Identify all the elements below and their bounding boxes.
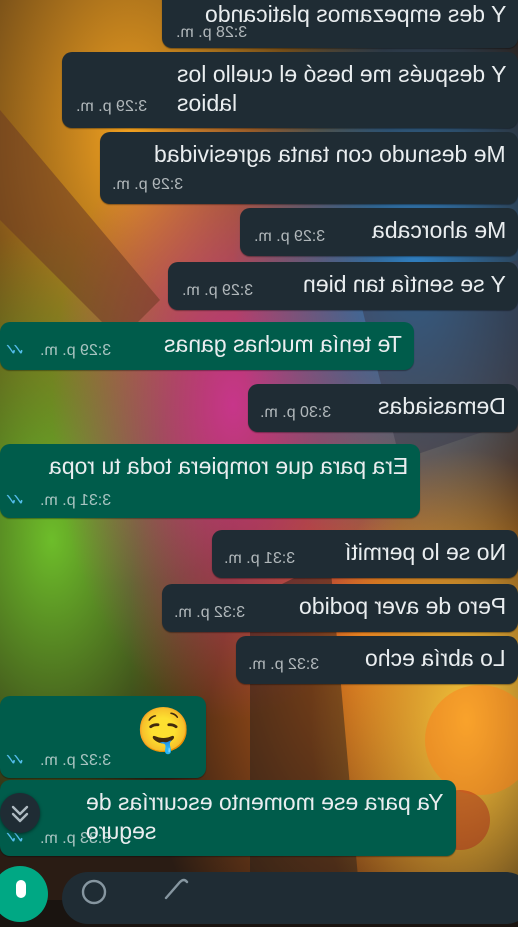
message-time: 3:32 p. m. [248,656,320,673]
message-text: Demasiadas [378,393,506,419]
message-bubble-incoming[interactable]: No se lo permití 3:31 p. m. [212,530,518,578]
message-text: Y des empezamos platicando [204,1,506,27]
message-bubble-incoming[interactable]: Lo abría echo 3:32 p. m. [236,636,518,684]
message-time: 3:33 p. m. [40,830,112,847]
message-time: 3:30 p. m. [260,404,332,421]
message-text: Me ahorcaba [371,217,506,243]
chevron-double-down-icon [11,805,29,823]
message-bubble-incoming[interactable]: Y después me besó el cuello los labios 3… [62,52,518,128]
message-text: Ya para ese momento escurrías de seguro [86,789,444,844]
message-bubble-outgoing[interactable]: ✓✓ 3:29 p. m. Te tenía muchas ganas [0,322,414,370]
mic-icon [16,880,26,898]
message-text: Me desnudo con tanta agresividad [154,141,506,167]
message-time: 3:31 p. m. [40,492,112,509]
message-text: Pero de aver podido [298,593,506,619]
message-time: 3:29 p. m. [112,176,184,193]
message-text: No se lo permití [344,539,506,565]
message-time: 3:32 p. m. [174,604,246,621]
message-bubble-incoming[interactable]: Me desnudo con tanta agresividad 3:29 p.… [100,132,518,204]
message-bubble-incoming[interactable]: Me ahorcaba 3:29 p. m. [240,208,518,256]
message-time: 3:28 p. m. [176,24,248,41]
message-text: Y se sentía tan bien [303,271,506,297]
message-text: Te tenía muchas ganas [164,331,402,357]
message-time: 3:29 p. m. [76,98,148,115]
double-check-icon: ✓✓ [10,342,25,359]
message-bubble-incoming[interactable]: Y des empezamos platicando 3:28 p. m. [162,0,518,48]
double-check-icon: ✓✓ [10,492,25,509]
message-bubble-outgoing[interactable]: 🤤 ✓✓ 3:32 p. m. [0,696,206,778]
message-time: 3:31 p. m. [224,550,296,567]
message-bubble-incoming[interactable]: Demasiadas 3:30 p. m. [248,384,518,432]
chat-area: Y des empezamos platicando 3:28 p. m. Y … [0,0,518,900]
message-text: Era para que rompiera toda tu ropa [48,453,408,479]
emoji-icon[interactable] [72,872,112,906]
message-bubble-outgoing[interactable]: Ya para ese momento escurrías de seguro … [0,780,456,856]
message-bubble-outgoing[interactable]: Era para que rompiera toda tu ropa ✓✓ 3:… [0,444,420,518]
message-time: 3:29 p. m. [254,228,326,245]
message-time: 3:29 p. m. [40,342,112,359]
mic-button[interactable] [0,866,48,922]
message-text: Lo abría echo [365,645,506,671]
paperclip-icon[interactable] [154,872,194,906]
message-bubble-incoming[interactable]: Y se sentía tan bien 3:29 p. m. [168,262,518,310]
message-text: Y después me besó el cuello los labios [176,61,506,116]
drooling-face-emoji: 🤤 [136,706,191,755]
message-time: 3:29 p. m. [182,282,254,299]
message-bubble-incoming[interactable]: Pero de aver podido 3:32 p. m. [162,584,518,632]
double-check-icon: ✓✓ [10,752,25,769]
scroll-to-bottom-button[interactable] [0,793,40,833]
message-input-bar[interactable] [62,872,518,924]
message-time: 3:32 p. m. [40,752,112,769]
